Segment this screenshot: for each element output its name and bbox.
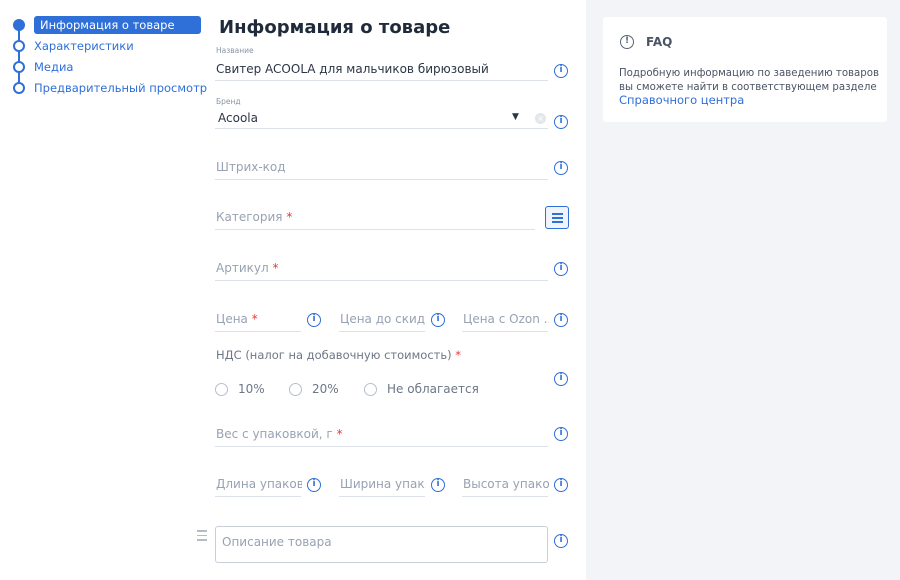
step-label: Информация о товаре <box>34 16 201 34</box>
brand-select[interactable]: Бренд Acoola ▼ <box>215 97 548 129</box>
product-name-field[interactable]: Название Свитер ACOOLA для мальчиков бир… <box>215 46 548 81</box>
product-name-label: Название <box>216 46 254 55</box>
radio-label: 10% <box>238 382 265 396</box>
info-icon[interactable]: i <box>554 161 568 175</box>
info-icon[interactable]: i <box>554 115 568 129</box>
step-dot <box>13 40 25 52</box>
description-textarea[interactable]: Описание товара <box>215 526 548 563</box>
width-field[interactable]: Ширина упак... <box>339 472 426 497</box>
price-ozon-field[interactable]: Цена с Ozon ... <box>462 307 549 332</box>
step-dot <box>13 19 25 31</box>
description-placeholder: Описание товара <box>222 535 332 549</box>
weight-placeholder-text: Вес с упаковкой, г <box>216 427 333 441</box>
required-mark: * <box>455 348 462 362</box>
step-label: Характеристики <box>34 39 134 53</box>
page-title: Информация о товаре <box>219 17 451 38</box>
price-before-discount-placeholder: Цена до скидки <box>340 312 426 326</box>
weight-field[interactable]: Вес с упаковкой, г * <box>215 422 548 447</box>
radio-label: Не облагается <box>387 382 479 396</box>
required-mark: * <box>286 210 293 224</box>
clear-icon[interactable]: × <box>535 113 546 124</box>
info-icon[interactable]: i <box>554 262 568 276</box>
barcode-placeholder: Штрих-код <box>216 160 286 174</box>
height-field[interactable]: Высота упако... <box>462 472 549 497</box>
step-label: Предварительный просмотр <box>34 81 208 95</box>
radio-circle[interactable] <box>289 382 302 396</box>
required-mark: * <box>336 427 343 441</box>
step-dot <box>13 61 25 73</box>
alert-circle-icon: ! <box>620 35 634 49</box>
step-preview[interactable]: Предварительный просмотр <box>10 79 208 97</box>
category-placeholder-text: Категория <box>216 210 283 224</box>
length-field[interactable]: Длина упаков... <box>215 472 302 497</box>
price-ozon-placeholder: Цена с Ozon ... <box>463 312 549 326</box>
faq-card: ! FAQ Подробную информацию по заведению … <box>603 17 887 122</box>
vat-radio-20[interactable]: 20% <box>289 382 339 396</box>
category-placeholder: Категория * <box>216 210 292 224</box>
required-mark: * <box>251 312 258 326</box>
radio-circle[interactable] <box>364 382 377 396</box>
faq-title: FAQ <box>646 35 673 49</box>
price-placeholder-text: Цена <box>216 312 248 326</box>
info-icon[interactable]: i <box>431 313 445 327</box>
info-icon[interactable]: i <box>554 534 568 548</box>
step-characteristics[interactable]: Характеристики <box>10 37 205 55</box>
weight-placeholder: Вес с упаковкой, г * <box>216 427 343 441</box>
radio-label: 20% <box>312 382 339 396</box>
info-icon[interactable]: i <box>307 313 321 327</box>
product-form: Информация о товаре Название Свитер ACOO… <box>197 0 575 580</box>
step-product-info[interactable]: Информация о товаре <box>10 16 205 34</box>
info-icon[interactable]: i <box>307 478 321 492</box>
list-icon <box>552 213 563 225</box>
product-name-value: Свитер ACOOLA для мальчиков бирюзовый <box>216 62 489 76</box>
barcode-field[interactable]: Штрих-код <box>215 155 548 180</box>
brand-label: Бренд <box>216 97 241 106</box>
faq-text: Подробную информацию по заведению товаро… <box>619 68 880 93</box>
vat-radio-10[interactable]: 10% <box>215 382 265 396</box>
radio-circle[interactable] <box>215 382 228 396</box>
step-media[interactable]: Медиа <box>10 58 205 76</box>
faq-header: ! FAQ <box>620 35 672 49</box>
price-field[interactable]: Цена * <box>215 307 301 332</box>
info-icon[interactable]: i <box>431 478 445 492</box>
article-placeholder-text: Артикул <box>216 261 269 275</box>
article-field[interactable]: Артикул * <box>215 256 548 281</box>
info-icon[interactable]: i <box>554 427 568 441</box>
chevron-down-icon[interactable]: ▼ <box>512 112 519 122</box>
help-center-link[interactable]: Справочного центра <box>619 93 744 107</box>
step-label: Медиа <box>34 60 74 74</box>
height-placeholder: Высота упако... <box>463 477 549 491</box>
price-before-discount-field[interactable]: Цена до скидки <box>339 307 426 332</box>
brand-value: Acoola <box>218 111 258 125</box>
vat-label: НДС (налог на добавочную стоимость) * <box>216 348 461 362</box>
width-placeholder: Ширина упак... <box>340 477 426 491</box>
category-list-button[interactable] <box>545 206 569 229</box>
info-icon[interactable]: i <box>554 64 568 78</box>
info-icon[interactable]: i <box>554 372 568 386</box>
length-placeholder: Длина упаков... <box>216 477 302 491</box>
required-mark: * <box>272 261 279 275</box>
vat-radio-exempt[interactable]: Не облагается <box>364 382 479 396</box>
price-placeholder: Цена * <box>216 312 302 326</box>
category-field[interactable]: Категория * <box>215 205 535 230</box>
step-dot <box>13 82 25 94</box>
info-icon[interactable]: i <box>554 313 568 327</box>
info-icon[interactable]: i <box>554 478 568 492</box>
article-placeholder: Артикул * <box>216 261 278 275</box>
drag-handle-icon[interactable] <box>197 530 207 544</box>
vat-label-text: НДС (налог на добавочную стоимость) <box>216 348 452 362</box>
